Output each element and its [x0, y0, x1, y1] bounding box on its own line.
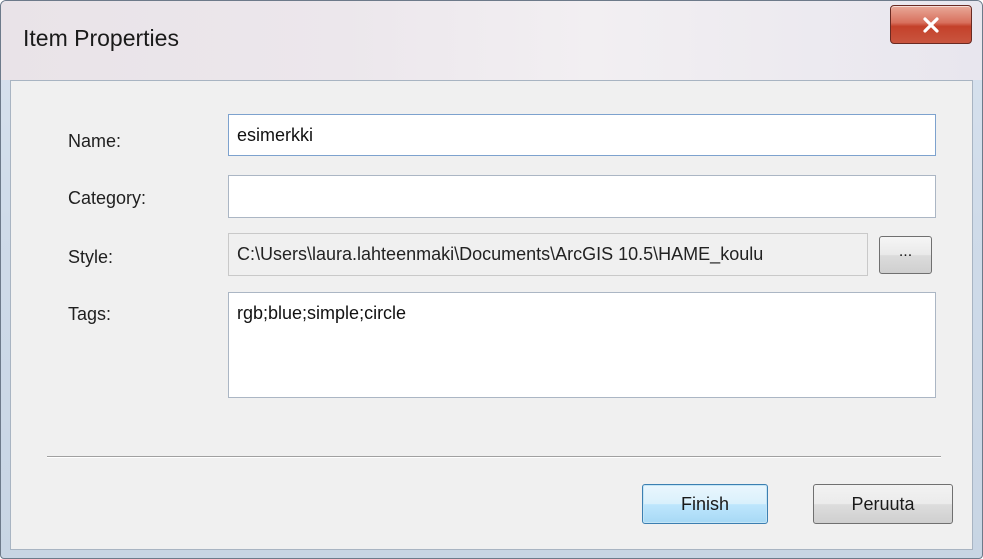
cancel-button[interactable]: Peruuta	[813, 484, 953, 524]
finish-button[interactable]: Finish	[642, 484, 768, 524]
style-path-field[interactable]: C:\Users\laura.lahteenmaki\Documents\Arc…	[228, 233, 868, 276]
tags-label: Tags:	[68, 304, 112, 324]
title-bar[interactable]: Item Properties	[1, 1, 982, 80]
name-input[interactable]	[228, 114, 936, 156]
style-label: Style:	[68, 247, 114, 267]
close-button[interactable]	[890, 5, 972, 44]
dialog-body: Name: Category: Style: C:\Users\laura.la…	[10, 80, 973, 550]
style-browse-button[interactable]: ...	[879, 236, 932, 274]
tags-textarea[interactable]: rgb;blue;simple;circle	[228, 292, 936, 398]
category-input[interactable]	[228, 175, 936, 218]
name-label: Name:	[68, 131, 122, 151]
separator	[47, 456, 941, 458]
close-x-icon	[923, 16, 939, 33]
item-properties-dialog: Item Properties Name: Category: Style: C…	[0, 0, 983, 559]
dialog-title: Item Properties	[23, 25, 179, 51]
category-label: Category:	[68, 188, 147, 208]
